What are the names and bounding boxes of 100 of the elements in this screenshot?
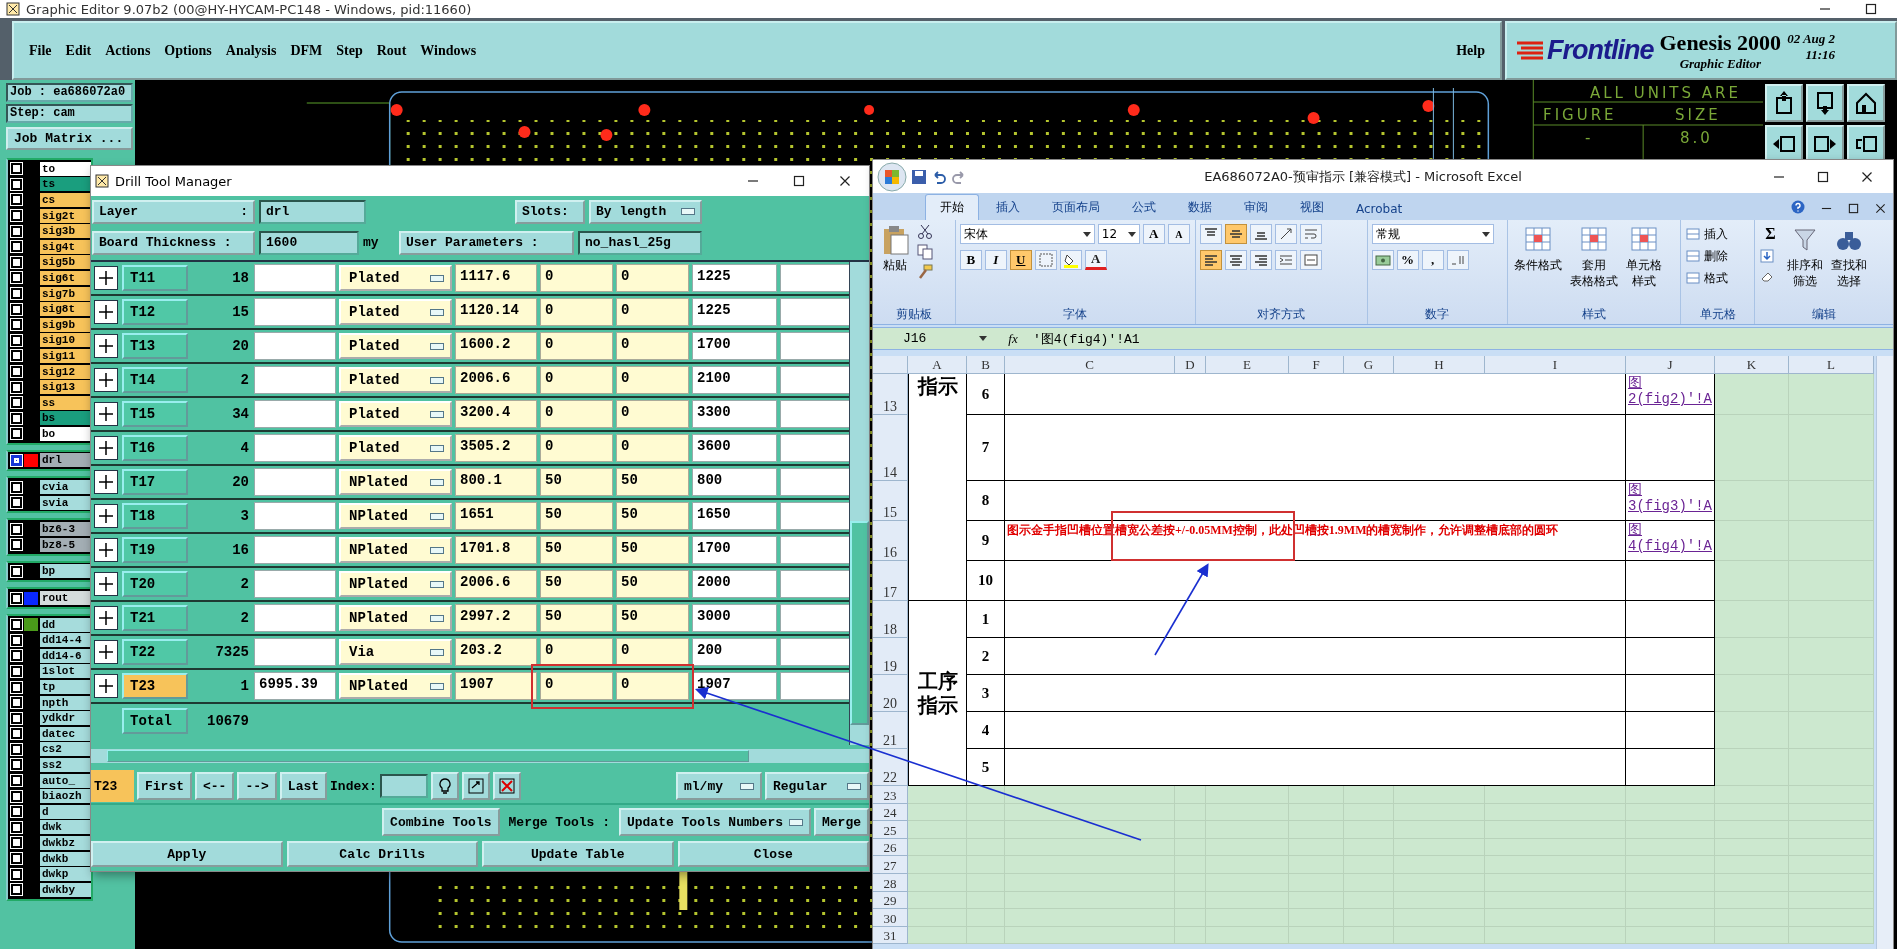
maximize-icon[interactable] (1848, 203, 1859, 214)
layer-checkbox[interactable] (11, 712, 22, 724)
currency-button[interactable] (1371, 250, 1394, 270)
scrollbar-thumb[interactable] (850, 521, 869, 725)
layer-name[interactable]: ss2 (40, 758, 91, 772)
layer-checkbox[interactable] (11, 366, 22, 377)
nav-button[interactable]: <-- (195, 772, 235, 800)
finish-size-field[interactable]: 1701.8 (455, 536, 537, 564)
expand-button[interactable] (94, 674, 118, 698)
drill-size-field[interactable]: 1700 (692, 536, 777, 564)
layer-name[interactable]: cs (40, 193, 91, 207)
layer-checkbox[interactable] (11, 523, 22, 535)
size-field[interactable] (254, 502, 336, 530)
dropdown-arrow-icon[interactable] (979, 336, 987, 341)
close-icon[interactable] (1875, 203, 1886, 214)
size-field[interactable] (254, 638, 336, 666)
function-button[interactable]: fx (999, 330, 1027, 347)
mode-dropdown[interactable]: Regular (765, 772, 869, 800)
layer-name[interactable]: dwkp (40, 867, 91, 882)
layer-checkbox[interactable] (11, 821, 22, 833)
layer-checkbox[interactable] (11, 775, 22, 787)
tolerance-field[interactable]: 50 (540, 536, 613, 564)
comma-button[interactable]: , (1421, 250, 1444, 270)
finish-size-field[interactable]: 1120.14 (455, 298, 537, 326)
dropdown-arrow-icon[interactable] (1481, 231, 1490, 237)
type-dropdown[interactable]: Plated (339, 299, 452, 325)
column-header[interactable]: E (1206, 356, 1289, 374)
layer-name[interactable]: dwkby (40, 882, 91, 897)
type-dropdown[interactable]: Plated (339, 367, 452, 393)
expand-button[interactable] (94, 436, 118, 460)
style-button[interactable]: 单元格 样式 (1624, 224, 1665, 288)
merge-mode-dropdown[interactable]: Update Tools Numbers (618, 808, 811, 836)
help-icon[interactable] (1791, 200, 1805, 214)
ribbon-tab[interactable]: Acrobat (1341, 197, 1418, 220)
name-box[interactable]: J16 (873, 331, 993, 346)
tolerance-field[interactable]: 0 (616, 672, 689, 700)
slots-dropdown[interactable]: By length (589, 199, 702, 224)
expand-button[interactable] (94, 504, 118, 528)
column-header[interactable]: B (967, 356, 1005, 374)
size-field[interactable] (254, 434, 336, 462)
drill-size-field[interactable]: 1225 (692, 298, 777, 326)
layer-name[interactable]: sig4t (40, 239, 91, 254)
expand-button[interactable] (94, 470, 118, 494)
layer-name[interactable]: sig7b (40, 286, 91, 301)
type-dropdown[interactable]: Via (339, 639, 452, 665)
tool-button[interactable]: T22 (122, 639, 188, 665)
column-header[interactable]: K (1715, 356, 1789, 374)
ribbon-tab[interactable]: 公式 (1117, 194, 1171, 220)
tolerance-field[interactable]: 0 (540, 434, 613, 462)
layer-checkbox[interactable] (11, 412, 22, 424)
type-dropdown[interactable]: Plated (339, 333, 452, 359)
layer-checkbox[interactable] (11, 163, 22, 175)
close-icon[interactable] (1861, 170, 1873, 183)
dropdown-arrow-icon[interactable] (1082, 231, 1091, 237)
drill-size-field[interactable]: 200 (692, 638, 777, 666)
ribbon-tab[interactable]: 数据 (1173, 194, 1227, 220)
layer-name[interactable]: sig6t (40, 270, 91, 285)
layer-name[interactable]: datec (40, 726, 91, 741)
align-right-button[interactable] (1250, 250, 1273, 270)
layer-checkbox[interactable] (11, 697, 22, 709)
size-field[interactable] (254, 400, 336, 428)
layer-name[interactable]: rout (40, 591, 91, 606)
tool-button[interactable]: T17 (122, 469, 188, 495)
layer-checkbox[interactable] (11, 539, 22, 551)
toolbar-button[interactable] (1806, 84, 1844, 122)
undo-icon[interactable] (931, 168, 947, 185)
layer-checkbox[interactable] (11, 868, 22, 880)
drill-size-field[interactable]: 3600 (692, 434, 777, 462)
layer-checkbox[interactable] (11, 225, 22, 237)
save-icon[interactable] (911, 168, 927, 185)
column-header[interactable]: J (1626, 356, 1715, 374)
finish-size-field[interactable]: 3505.2 (455, 434, 537, 462)
layer-name[interactable]: sig2t (40, 208, 91, 223)
close-icon[interactable] (839, 175, 851, 187)
office-button[interactable] (877, 161, 907, 192)
drill-size-field[interactable]: 3000 (692, 604, 777, 632)
tolerance-field[interactable]: 50 (616, 502, 689, 530)
text-field[interactable] (780, 502, 849, 530)
expand-button[interactable] (94, 572, 118, 596)
tolerance-field[interactable]: 50 (540, 502, 613, 530)
tool-button[interactable]: T15 (122, 401, 188, 427)
layer-name[interactable]: dd14-6 (40, 648, 91, 663)
cells-button[interactable]: 插入 (1684, 224, 1728, 244)
layer-name[interactable]: sig8t (40, 302, 91, 317)
layer-name[interactable]: dd14-4 (40, 633, 91, 648)
cells-button[interactable]: 格式 (1684, 268, 1728, 288)
layer-checkbox[interactable] (11, 665, 22, 677)
menu-item[interactable]: Windows (413, 38, 484, 63)
nav-button[interactable]: --> (237, 772, 277, 800)
layer-checkbox[interactable] (11, 806, 22, 818)
bulb-button[interactable] (430, 772, 459, 800)
size-field[interactable] (254, 332, 336, 360)
layer-checkbox[interactable] (11, 728, 22, 740)
nav-button[interactable]: First (137, 772, 192, 800)
layer-name[interactable]: sig3b (40, 224, 91, 239)
tolerance-field[interactable]: 50 (616, 604, 689, 632)
expand-button[interactable] (94, 334, 118, 358)
menu-item[interactable]: Options (157, 38, 219, 63)
layer-name[interactable]: sig5b (40, 255, 91, 270)
action-button[interactable]: Calc Drills (286, 841, 478, 867)
